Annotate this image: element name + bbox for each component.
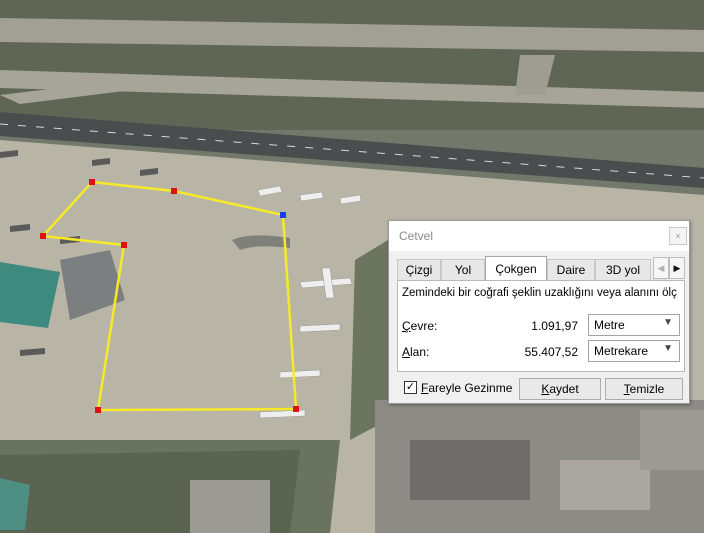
area-label: Alan:	[402, 345, 430, 359]
dialog-title: Cetvel	[399, 229, 434, 243]
mouse-navigation-label[interactable]: Fareyle Gezinme	[421, 381, 512, 395]
tab-bar: Çizgi Yol Çokgen Daire 3D yol s ◀ ▶	[397, 256, 685, 281]
chevron-down-icon: ▼	[663, 343, 673, 354]
save-button[interactable]: Kaydet	[519, 378, 601, 400]
dialog-titlebar[interactable]: Cetvel ×	[389, 221, 689, 251]
instruction-text: Zemindeki bir coğrafi şeklin uzaklığını …	[402, 287, 677, 299]
ruler-dialog: Cetvel × Çizgi Yol Çokgen Daire 3D yol s…	[388, 220, 690, 404]
perimeter-value: 1.091,97	[531, 319, 578, 333]
tab-circle[interactable]: Daire	[547, 259, 595, 280]
polygon-vertex[interactable]	[171, 188, 177, 194]
close-icon[interactable]: ×	[669, 227, 687, 245]
area-unit-select[interactable]: Metrekare ▼	[588, 340, 680, 362]
tab-path[interactable]: Yol	[441, 259, 485, 280]
perimeter-unit-select[interactable]: Metre ▼	[588, 314, 680, 336]
perimeter-label: Çevre:	[402, 319, 438, 333]
tab-scroll-left-icon[interactable]: ◀	[653, 257, 669, 279]
tab-scroll-right-icon[interactable]: ▶	[669, 257, 685, 279]
polygon-vertex[interactable]	[121, 242, 127, 248]
area-unit-value: Metrekare	[594, 344, 649, 358]
mouse-navigation-checkbox[interactable]: ✓	[404, 381, 417, 394]
dialog-footer: ✓ Fareyle Gezinme Kaydet Temizle	[397, 378, 683, 400]
polygon-vertex[interactable]	[40, 233, 46, 239]
checkmark-icon: ✓	[405, 381, 416, 393]
tab-line[interactable]: Çizgi	[397, 259, 441, 280]
perimeter-unit-value: Metre	[594, 318, 625, 332]
tab-3d-path[interactable]: 3D yol	[595, 259, 651, 280]
polygon-vertex-active[interactable]	[280, 212, 286, 218]
polygon-vertex[interactable]	[95, 407, 101, 413]
tab-polygon[interactable]: Çokgen	[485, 256, 547, 281]
area-value: 55.407,52	[524, 345, 578, 359]
clear-button[interactable]: Temizle	[605, 378, 683, 400]
chevron-down-icon: ▼	[663, 317, 673, 328]
polygon-panel: Zemindeki bir coğrafi şeklin uzaklığını …	[397, 280, 685, 372]
polygon-vertex[interactable]	[293, 406, 299, 412]
polygon-vertex[interactable]	[89, 179, 95, 185]
